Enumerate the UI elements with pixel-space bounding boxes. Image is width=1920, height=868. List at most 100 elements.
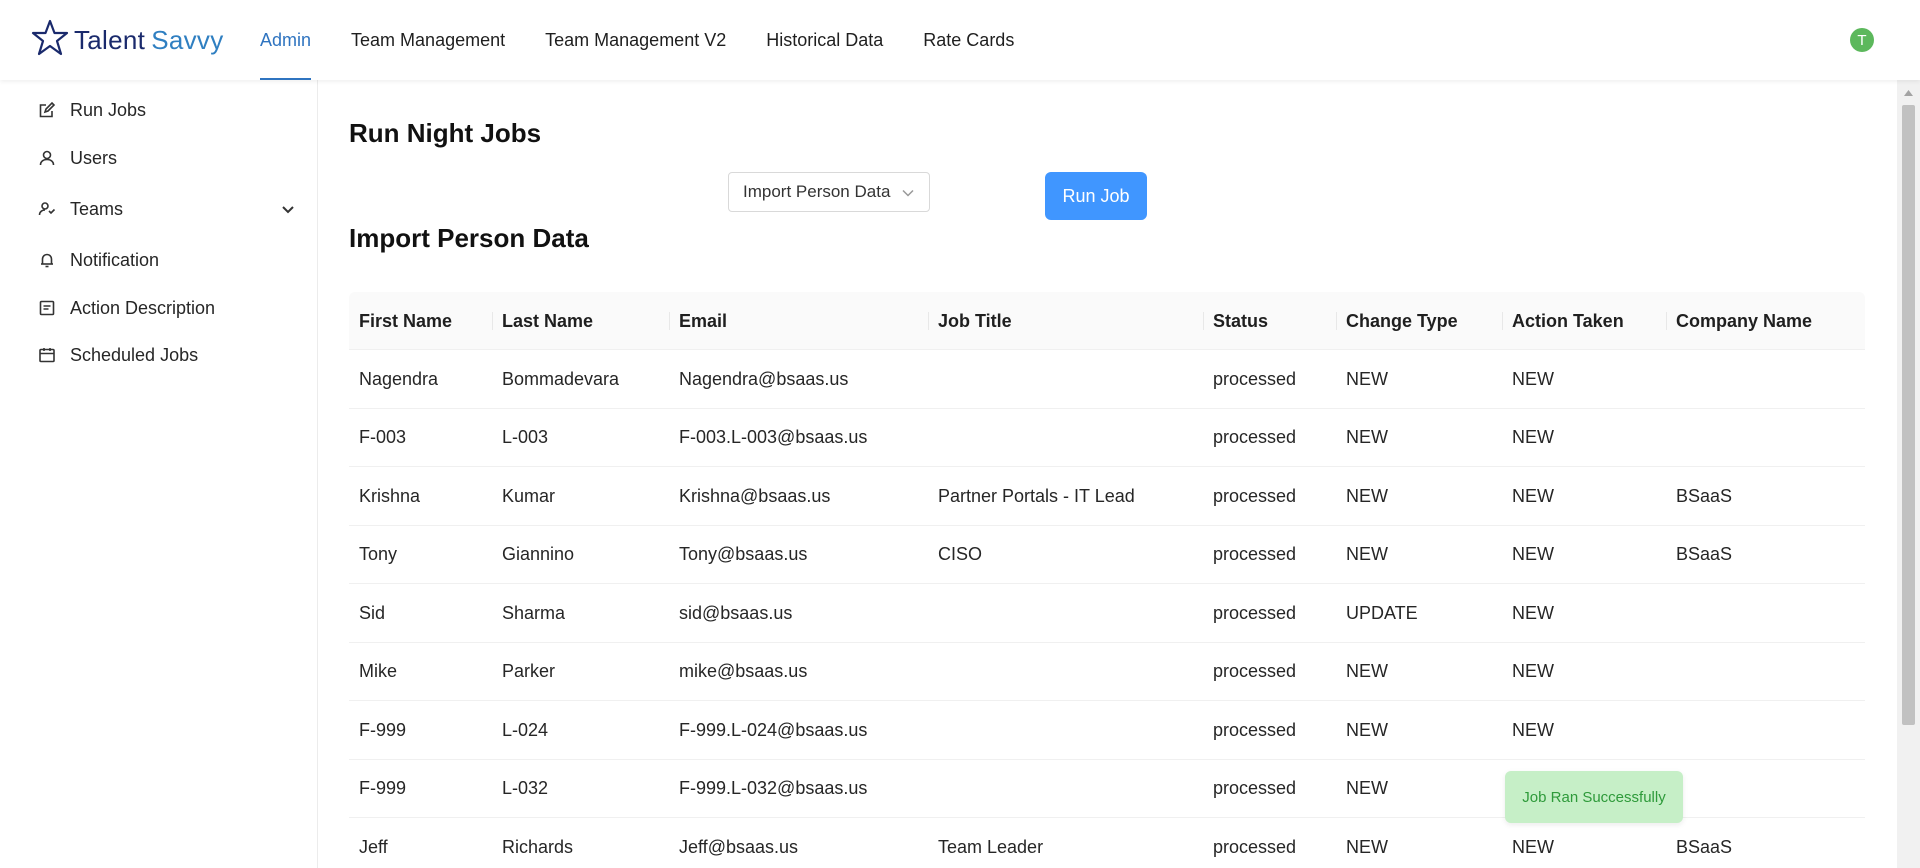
calendar-icon [36,344,58,366]
cell-job-title [928,701,1203,759]
table-row[interactable]: Jeff Richards Jeff@bsaas.us Team Leader proc… [349,818,1865,868]
nav-team-management-v2[interactable]: Team Management V2 [545,0,726,80]
page-scrollbar[interactable] [1897,80,1920,868]
cell-change-type: NEW [1346,368,1388,389]
sidebar-item-run-jobs[interactable]: Run Jobs [36,90,296,130]
cell-job-title [928,584,1203,642]
table-row[interactable]: F-999 L-024 F-999.L-024@bsaas.us processed N… [349,701,1865,760]
cell-action-taken: NEW [1512,485,1554,506]
sidebar-item-notification[interactable]: Notification [36,240,296,280]
cell-email: Nagendra@bsaas.us [679,368,849,389]
cell-last-name: L-024 [502,719,549,740]
run-job-button[interactable]: Run Job [1045,172,1147,220]
cell-last-name: Parker [502,661,556,681]
column-header-change-type[interactable]: Change Type [1336,292,1502,350]
cell-company-name: BSaaS [1676,836,1733,857]
success-toast: Job Ran Successfully [1505,771,1683,823]
nav-rate-cards[interactable]: Rate Cards [923,0,1014,80]
column-header-company-name[interactable]: Company Name [1666,292,1865,350]
cell-status: processed [1213,661,1297,681]
cell-status: processed [1213,368,1297,389]
cell-job-title [928,643,1203,701]
cell-email: mike@bsaas.us [679,661,808,681]
cell-job-title [928,350,1203,408]
cell-last-name: Kumar [502,485,556,506]
cell-email: Krishna@bsaas.us [679,485,831,506]
column-header-job-title[interactable]: Job Title [928,292,1203,350]
cell-company-name: BSaaS [1676,485,1733,506]
column-header-status[interactable]: Status [1203,292,1336,350]
cell-change-type: NEW [1346,836,1388,857]
cell-email: sid@bsaas.us [679,602,793,623]
sidebar-item-scheduled-jobs[interactable]: Scheduled Jobs [36,335,296,375]
table-row[interactable]: Mike Parker mike@bsaas.us processed NEW NEW [349,643,1865,701]
column-header-email[interactable]: Email [669,292,928,350]
nav-admin[interactable]: Admin [260,0,312,80]
table-row[interactable]: Nagendra Bommadevara Nagendra@bsaas.us proc… [349,350,1865,409]
sidebar-item-label: Action Description [70,297,216,318]
cell-first-name: F-999 [359,778,407,798]
cell-company-name [1666,409,1865,467]
logo-word-talent: Talent [74,24,146,55]
sidebar-item-action-description[interactable]: Action Description [36,288,296,328]
main-content: Run Night Jobs Import Person Data Run Jo… [319,80,1897,868]
cell-status: processed [1213,836,1297,857]
star-logo-icon [30,18,70,63]
cell-last-name: Giannino [502,544,575,564]
table-row[interactable]: Sid Sharma sid@bsaas.us processed UPDATE NEW [349,584,1865,643]
cell-email: Tony@bsaas.us [679,544,808,564]
document-icon [36,297,58,319]
logo-text: Talent Savvy [74,25,224,56]
table-row[interactable]: Krishna Kumar Krishna@bsaas.us Partner Port… [349,467,1865,526]
cell-company-name [1666,350,1865,408]
scroll-up-arrow-icon[interactable] [1897,86,1920,100]
cell-action-taken: NEW [1512,661,1554,681]
column-header-last-name[interactable]: Last Name [492,292,669,350]
cell-first-name: Nagendra [359,368,439,389]
main-nav: Admin Team Management Team Management V2… [260,0,1054,80]
cell-first-name: Jeff [359,836,388,857]
cell-email: F-003.L-003@bsaas.us [679,427,868,447]
section-title: Import Person Data [349,223,589,253]
bell-icon [36,249,58,271]
job-type-select[interactable]: Import Person Data [728,172,930,212]
table-row[interactable]: F-003 L-003 F-003.L-003@bsaas.us processed N… [349,409,1865,467]
top-header: Talent Savvy Admin Team Management Team M… [0,0,1920,80]
user-avatar[interactable]: T [1850,28,1874,52]
cell-job-title: CISO [938,544,983,564]
cell-company-name: BSaaS [1676,544,1733,564]
table-row[interactable]: Tony Giannino Tony@bsaas.us CISO processed NE… [349,526,1865,584]
cell-first-name: Tony [359,544,398,564]
cell-action-taken: NEW [1512,427,1554,447]
nav-team-management[interactable]: Team Management [351,0,505,80]
sidebar-item-label: Teams [70,198,124,219]
cell-company-name [1666,701,1865,759]
team-icon [36,198,58,220]
cell-action-taken: NEW [1512,719,1554,740]
sidebar-item-label: Users [70,147,118,168]
cell-change-type: UPDATE [1346,602,1418,623]
sidebar-item-label: Notification [70,249,160,270]
cell-change-type: NEW [1346,427,1388,447]
cell-action-taken: NEW [1512,368,1554,389]
cell-first-name: F-003 [359,427,407,447]
sidebar-item-teams[interactable]: Teams [36,189,296,229]
nav-historical-data[interactable]: Historical Data [766,0,883,80]
user-icon [36,147,58,169]
column-header-first-name[interactable]: First Name [349,292,492,350]
cell-status: processed [1213,602,1297,623]
edit-icon [36,99,58,121]
cell-first-name: Sid [359,602,386,623]
column-header-action-taken[interactable]: Action Taken [1502,292,1666,350]
cell-email: F-999.L-024@bsaas.us [679,719,868,740]
chevron-down-icon[interactable] [280,201,296,217]
cell-action-taken: NEW [1512,544,1554,564]
job-type-select-value: Import Person Data [743,182,891,201]
cell-change-type: NEW [1346,719,1388,740]
cell-job-title: Partner Portals - IT Lead [938,485,1135,506]
cell-change-type: NEW [1346,661,1388,681]
scrollbar-thumb[interactable] [1902,105,1915,725]
sidebar-item-users[interactable]: Users [36,138,296,178]
app-logo[interactable]: Talent Savvy [30,18,224,62]
cell-email: F-999.L-032@bsaas.us [679,778,868,798]
